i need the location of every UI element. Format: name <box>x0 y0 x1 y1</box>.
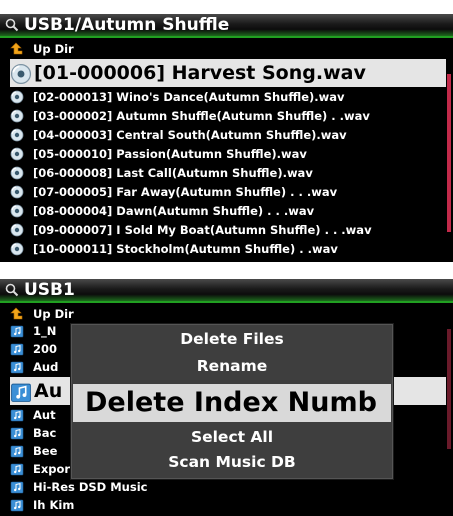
list-item[interactable]: [08-000004] Dawn(Autumn Shuffle) . . .wa… <box>0 202 446 220</box>
title-bar: USB1 <box>0 279 453 303</box>
browser-panel-autumn-shuffle: USB1/Autumn Shuffle Up Dir [01-000006] Ha… <box>0 14 453 262</box>
list-item[interactable]: [04-000003] Central South(Autumn Shuffle… <box>0 126 446 144</box>
list-item[interactable]: Up Dir <box>0 305 446 323</box>
music-folder-icon <box>10 342 24 356</box>
up-arrow-icon <box>10 42 24 56</box>
list-item-label: [05-000010] Passion(Autumn Shuffle).wav <box>33 147 307 161</box>
scrollbar[interactable] <box>447 74 451 232</box>
cd-icon <box>10 223 24 237</box>
list-item-label: [08-000004] Dawn(Autumn Shuffle) . . .wa… <box>33 204 315 218</box>
list-item-label: [02-000013] Wino's Dance(Autumn Shuffle)… <box>33 90 345 104</box>
list-item-label: [06-000008] Last Call(Autumn Shuffle).wa… <box>33 166 313 180</box>
context-menu: Delete Files Rename Delete Index Numb Se… <box>70 323 394 480</box>
music-folder-icon <box>10 426 24 440</box>
list-item[interactable]: [03-000002] Autumn Shuffle(Autumn Shuffl… <box>0 107 446 125</box>
scrollbar[interactable] <box>447 329 451 449</box>
cd-icon <box>10 109 24 123</box>
menu-item-delete-files[interactable]: Delete Files <box>71 330 393 348</box>
list-item-label: [09-000007] I Sold My Boat(Autumn Shuffl… <box>33 223 372 237</box>
list-item-label: Ih Kim <box>33 498 75 512</box>
menu-item-scan-music-db[interactable]: Scan Music DB <box>71 453 393 471</box>
list-item[interactable]: Up Dir <box>0 40 446 58</box>
music-folder-icon <box>10 381 32 403</box>
list-item[interactable]: [10-000011] Stockholm(Autumn Shuffle) . … <box>0 240 446 258</box>
cd-icon <box>10 242 24 256</box>
list-item-label: Aud <box>33 360 59 374</box>
browser-panel-usb1: USB1 Up Dir 1_N 200 Aud Au Aut Bac Bee Export 36… <box>0 279 453 516</box>
list-item-label: [04-000003] Central South(Autumn Shuffle… <box>33 128 347 142</box>
list-item-label: [10-000011] Stockholm(Autumn Shuffle) . … <box>33 242 338 256</box>
menu-item-rename[interactable]: Rename <box>71 357 393 375</box>
list-item-label: 200 <box>33 342 58 356</box>
list-item[interactable]: [07-000005] Far Away(Autumn Shuffle) . .… <box>0 183 446 201</box>
search-icon <box>5 283 19 297</box>
cd-icon <box>10 63 32 85</box>
cd-icon <box>10 90 24 104</box>
cd-icon <box>10 166 24 180</box>
list-item[interactable]: Hi-Res DSD Music <box>0 478 446 496</box>
list-item[interactable]: [05-000010] Passion(Autumn Shuffle).wav <box>0 145 446 163</box>
cd-icon <box>10 128 24 142</box>
list-item-label: [03-000002] Autumn Shuffle(Autumn Shuffl… <box>33 109 370 123</box>
window-title: USB1/Autumn Shuffle <box>24 15 230 35</box>
list-item-label: [01-000006] Harvest Song.wav <box>34 62 366 84</box>
title-bar: USB1/Autumn Shuffle <box>0 14 453 38</box>
menu-item-select-all[interactable]: Select All <box>71 428 393 446</box>
up-arrow-icon <box>10 307 24 321</box>
music-folder-icon <box>10 462 24 476</box>
list-item-label: Bac <box>33 426 57 440</box>
music-folder-icon <box>10 480 24 494</box>
window-title: USB1 <box>24 280 75 300</box>
music-folder-icon <box>10 408 24 422</box>
list-item[interactable]: [02-000013] Wino's Dance(Autumn Shuffle)… <box>0 88 446 106</box>
list-item[interactable]: Ih Kim <box>0 496 446 514</box>
music-folder-icon <box>10 444 24 458</box>
list-item-label: 1_N <box>33 324 57 338</box>
list-item-label: Au <box>34 380 63 402</box>
cd-icon <box>10 204 24 218</box>
list-item-label: Hi-Res DSD Music <box>33 480 148 494</box>
music-folder-icon <box>10 360 24 374</box>
music-folder-icon <box>10 498 24 512</box>
list-item-label: Bee <box>33 444 58 458</box>
list-item-label: Up Dir <box>33 307 74 321</box>
list-item-label: Up Dir <box>33 42 74 56</box>
list-item[interactable]: [01-000006] Harvest Song.wav <box>10 59 446 87</box>
menu-item-delete-index-number[interactable]: Delete Index Numb <box>73 384 391 422</box>
cd-icon <box>10 185 24 199</box>
search-icon <box>5 18 19 32</box>
list-item-label: Aut <box>33 408 56 422</box>
music-folder-icon <box>10 324 24 338</box>
list-item[interactable]: [09-000007] I Sold My Boat(Autumn Shuffl… <box>0 221 446 239</box>
list-item[interactable]: [06-000008] Last Call(Autumn Shuffle).wa… <box>0 164 446 182</box>
cd-icon <box>10 147 24 161</box>
list-item-label: [07-000005] Far Away(Autumn Shuffle) . .… <box>33 185 338 199</box>
